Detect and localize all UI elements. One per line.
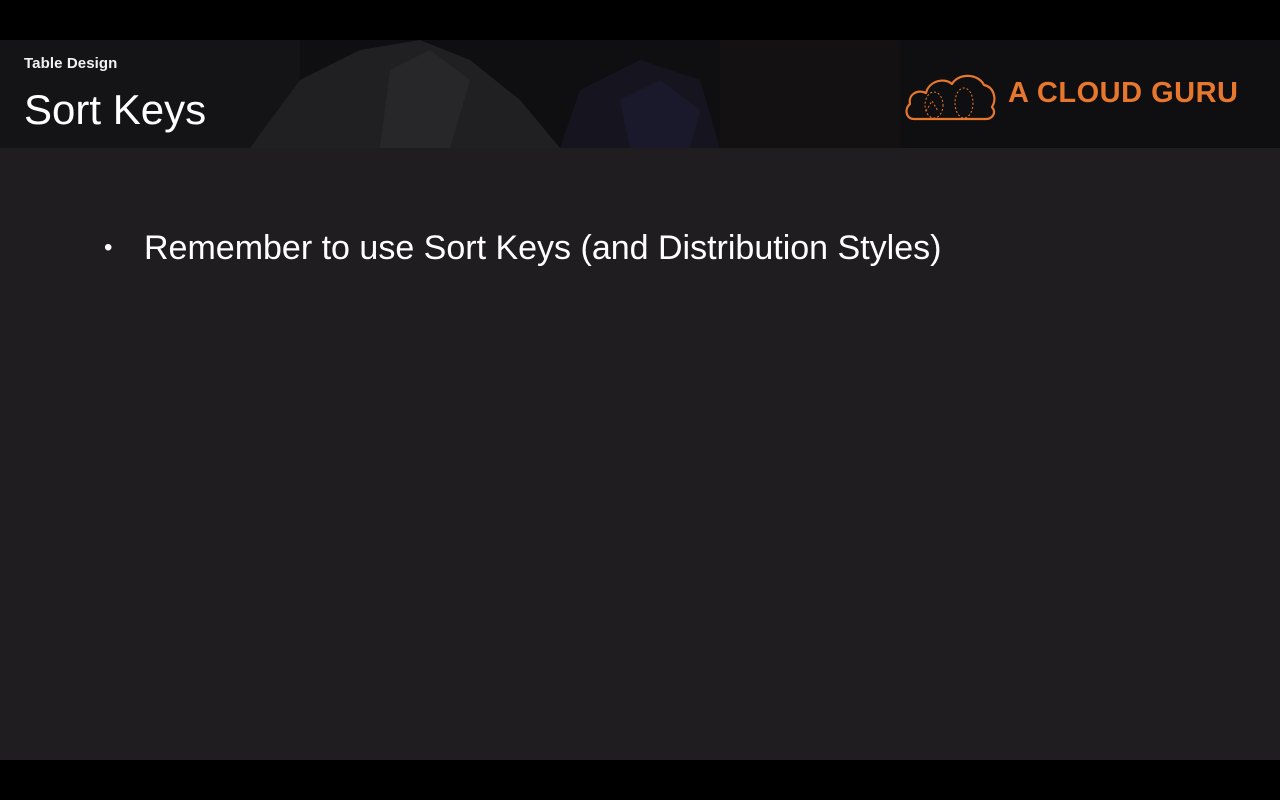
video-frame: Table Design Sort Keys A CLOUD GURU • Re… <box>0 0 1280 800</box>
brand-logo-text: A CLOUD GURU <box>1008 77 1239 109</box>
slide-title: Sort Keys <box>24 86 207 133</box>
section-kicker: Table Design <box>24 55 118 72</box>
brand-logo: A CLOUD GURU <box>904 67 1244 123</box>
bullet-text: Remember to use Sort Keys (and Distribut… <box>144 229 942 267</box>
slide: Table Design Sort Keys A CLOUD GURU • Re… <box>0 40 1280 760</box>
bullet-item: • Remember to use Sort Keys (and Distrib… <box>104 226 941 270</box>
cloud-icon <box>905 74 996 121</box>
bullet-list: • Remember to use Sort Keys (and Distrib… <box>104 226 941 270</box>
bullet-marker: • <box>104 234 113 261</box>
slide-header: Table Design Sort Keys A CLOUD GURU <box>0 40 1280 148</box>
